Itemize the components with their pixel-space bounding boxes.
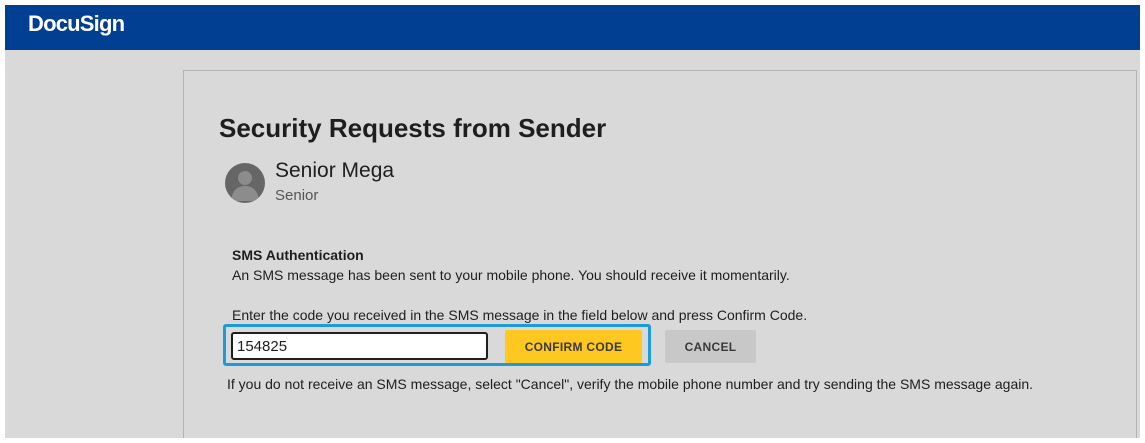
page-title: Security Requests from Sender [219,113,607,143]
user-silhouette-icon [225,163,265,203]
code-instruction: Enter the code you received in the SMS m… [232,307,808,323]
sender-name: Senior Mega [275,159,395,182]
top-bar: DocuSign [5,5,1140,50]
sms-code-input[interactable] [231,332,488,360]
app-window: DocuSign Security Requests from Sender S… [5,5,1140,438]
sms-authentication-heading: SMS Authentication [232,247,364,263]
docusign-logo[interactable]: DocuSign [28,11,125,37]
security-request-card: Security Requests from Sender Senior Meg… [183,70,1137,438]
sender-company: Senior [275,187,319,204]
sms-help-text: If you do not receive an SMS message, se… [227,376,1034,392]
cancel-button[interactable]: CANCEL [665,330,756,363]
sms-sent-message: An SMS message has been sent to your mob… [232,267,790,283]
confirm-code-button[interactable]: CONFIRM CODE [505,330,642,363]
